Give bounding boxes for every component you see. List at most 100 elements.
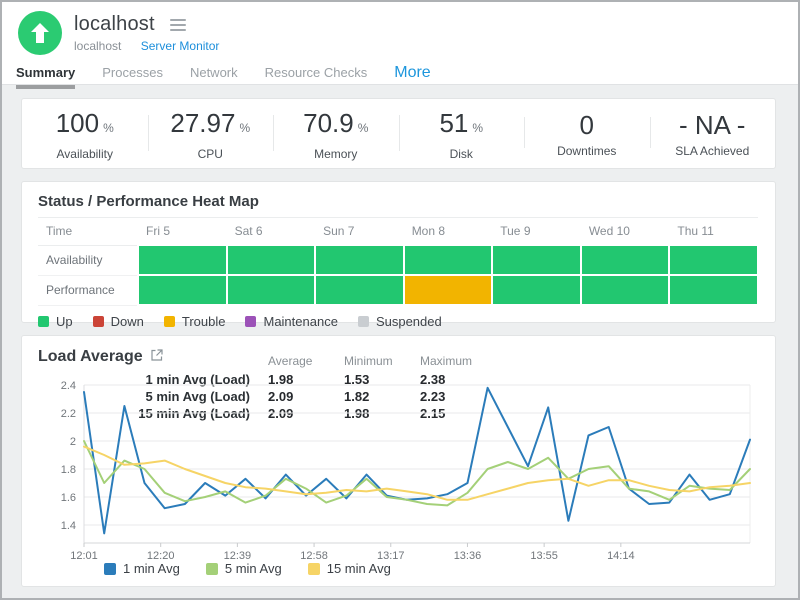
legend-label: Maintenance [263,314,337,329]
y-tick-label: 2.4 [61,380,76,392]
stat-cpu: 27.97% CPU [148,107,274,161]
stat-number: 100 [56,108,99,138]
tab-summary[interactable]: Summary [16,65,75,89]
heatmap-row-label: Availability [38,245,138,275]
legend-label: 15 min Avg [327,561,391,576]
heatmap-cell-sun-7-up[interactable] [315,275,404,305]
heatmap-table: TimeFri 5Sat 6Sun 7Mon 8Tue 9Wed 10Thu 1… [38,217,759,306]
tab-processes[interactable]: Processes [102,65,163,86]
legend-label: 5 min Avg [225,561,282,576]
stat-value: 100% [22,109,148,142]
breadcrumb: localhost Server Monitor [74,39,798,53]
chart-legend-item-1-min-avg[interactable]: 1 min Avg [104,561,180,576]
series-line-1-min-avg [84,388,750,534]
y-tick-label: 1.8 [61,464,76,476]
heatmap-row-performance: Performance [38,275,758,305]
stat-value: - NA - [650,111,776,139]
tab-bar: Summary Processes Network Resource Checks Mo… [2,64,798,89]
legend-label: Suspended [376,314,442,329]
heatmap-col-mon-8: Mon 8 [404,218,493,246]
load-chart-svg: 2.42.221.81.61.412:0112:2012:3912:5813:1… [36,374,776,564]
stat-label: CPU [148,147,274,161]
heatmap-legend-item-maintenance: Maintenance [245,314,337,329]
monitor-name-title: localhost [74,13,155,36]
stat-unit: % [358,121,369,135]
heatmap-col-fri-5: Fri 5 [138,218,227,246]
stat-unit: % [103,121,114,135]
monitor-header: localhost localhost Server Monitor Summa… [2,2,798,84]
heatmap-cell-tue-9-up[interactable] [492,245,581,275]
series-line-5-min-avg [84,441,750,505]
heatmap-cell-thu-11-up[interactable] [669,275,758,305]
y-tick-label: 2 [70,436,76,448]
stat-label: Disk [399,147,525,161]
heatmap-col-thu-11: Thu 11 [669,218,758,246]
heatmap-cell-sat-6-up[interactable] [227,245,316,275]
heatmap-col-sat-6: Sat 6 [227,218,316,246]
breadcrumb-monitor-name: localhost [74,39,121,53]
heatmap-cell-fri-5-up[interactable] [138,275,227,305]
x-tick-label: 14:14 [607,550,635,562]
heatmap-header-row: TimeFri 5Sat 6Sun 7Mon 8Tue 9Wed 10Thu 1… [38,218,758,246]
stat-label: Memory [273,147,399,161]
legend-swatch-icon [308,563,320,575]
app-window: localhost localhost Server Monitor Summa… [0,0,800,600]
stat-number: 27.97 [170,108,235,138]
chart-legend-item-5-min-avg[interactable]: 5 min Avg [206,561,282,576]
legend-label: Trouble [182,314,226,329]
y-tick-label: 2.2 [61,408,76,420]
stat-label: SLA Achieved [650,144,776,158]
stat-value: 70.9% [273,109,399,142]
heatmap-cell-thu-11-up[interactable] [669,245,758,275]
heatmap-cell-mon-8-trouble[interactable] [404,275,493,305]
stat-number: 70.9 [303,108,354,138]
y-tick-label: 1.6 [61,492,76,504]
x-tick-label: 13:55 [530,550,558,562]
load-summary-col-average: Average [250,354,326,371]
breadcrumb-monitor-type-link[interactable]: Server Monitor [141,39,220,53]
legend-label: Down [111,314,144,329]
y-tick-label: 1.4 [61,520,76,532]
legend-swatch-icon [358,316,369,327]
heatmap-col-time: Time [38,218,138,246]
stat-sla-achieved: - NA - SLA Achieved [650,109,776,158]
heatmap-cell-sat-6-up[interactable] [227,275,316,305]
chart-legend-item-15-min-avg[interactable]: 15 min Avg [308,561,391,576]
heatmap-legend: Up Down Trouble Maintenance Suspended [38,314,759,329]
stats-card: 100%Availability27.97%CPU70.9%Memory51%D… [21,98,776,169]
stat-availability: 100%Availability [22,107,148,161]
load-summary-corner [126,354,250,371]
x-tick-label: 12:01 [70,550,98,562]
load-chart-legend: 1 min Avg 5 min Avg 15 min Avg [104,561,417,576]
stat-value: 0 [524,111,650,139]
legend-swatch-icon [206,563,218,575]
tab-resource-checks[interactable]: Resource Checks [265,65,368,86]
heatmap-cell-mon-8-up[interactable] [404,245,493,275]
heatmap-cell-wed-10-up[interactable] [581,275,670,305]
up-arrow-icon [18,11,62,55]
status-avatar [18,11,62,55]
load-chart[interactable]: 2.42.221.81.61.412:0112:2012:3912:5813:1… [36,374,776,564]
heatmap-cell-tue-9-up[interactable] [492,275,581,305]
stat-number: 51 [439,108,468,138]
menu-icon[interactable] [168,17,188,33]
stat-value: 27.97% [148,109,274,142]
tab-network[interactable]: Network [190,65,238,86]
stat-unit: % [239,121,250,135]
stat-number: 0 [580,110,594,140]
legend-swatch-icon [245,316,256,327]
heatmap-row-label: Performance [38,275,138,305]
legend-swatch-icon [104,563,116,575]
heatmap-legend-item-up: Up [38,314,73,329]
heatmap-cell-fri-5-up[interactable] [138,245,227,275]
tab-more[interactable]: More [394,64,430,88]
stat-label: Downtimes [524,144,650,158]
heatmap-row-availability: Availability [38,245,758,275]
heatmap-cell-sun-7-up[interactable] [315,245,404,275]
load-summary-col-maximum: Maximum [402,354,478,371]
heatmap-cell-wed-10-up[interactable] [581,245,670,275]
x-tick-label: 13:36 [454,550,482,562]
stat-memory: 70.9% Memory [273,107,399,161]
heatmap-title: Status / Performance Heat Map [38,193,759,210]
heatmap-col-sun-7: Sun 7 [315,218,404,246]
